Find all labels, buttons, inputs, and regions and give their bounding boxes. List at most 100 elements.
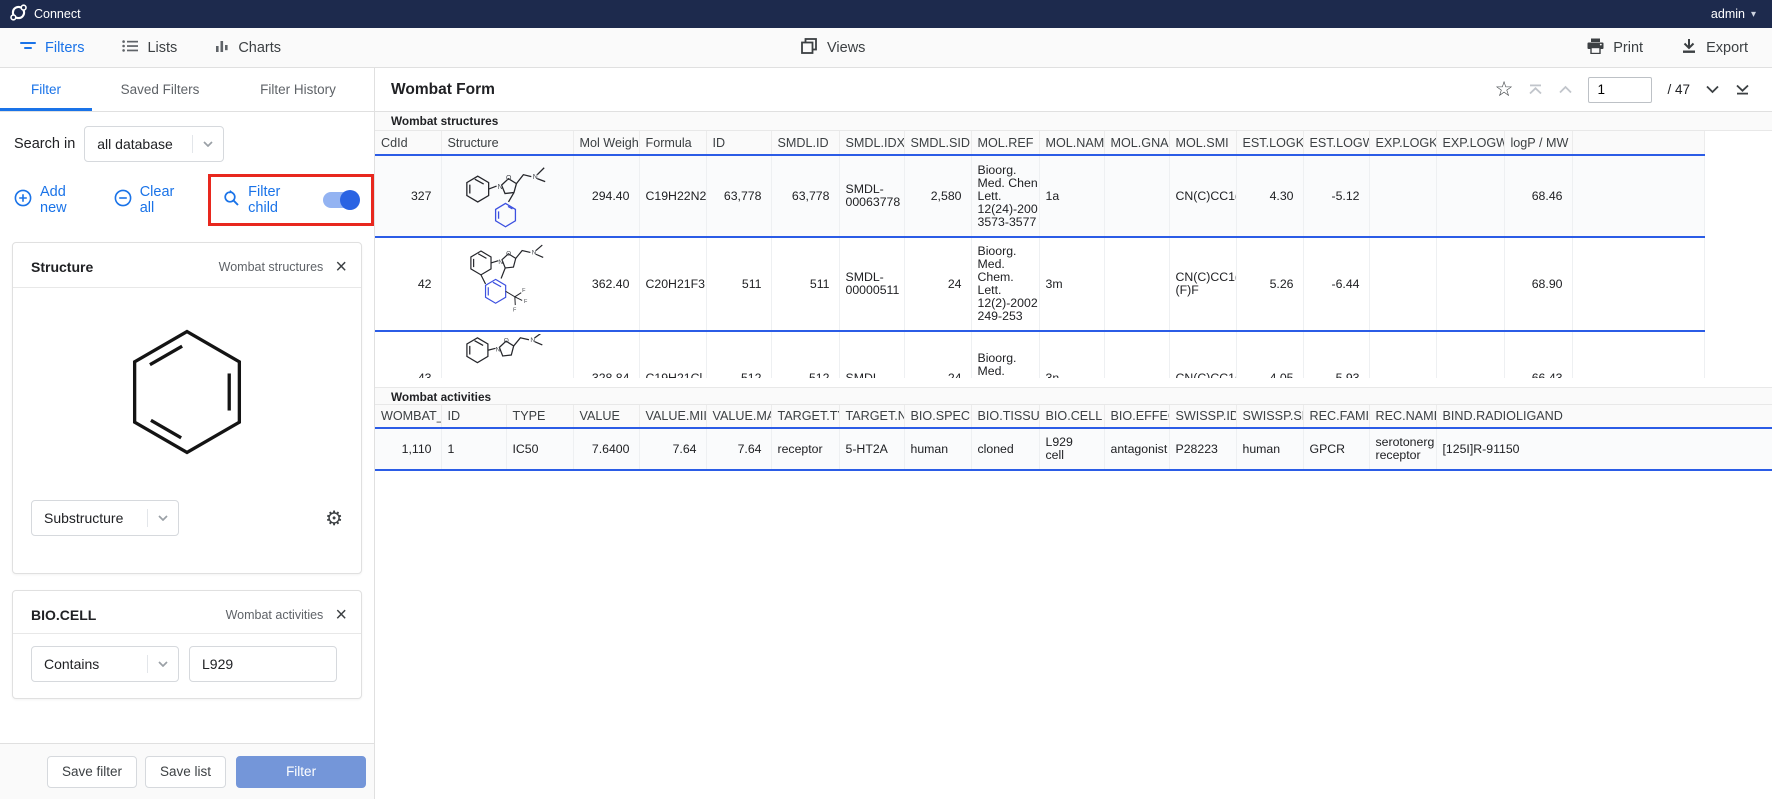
sidebar-footer: Save filter Save list Filter	[0, 743, 374, 799]
table-row[interactable]: 43 ONN 328.84C19H21Cl512512SMDL-24Bioorg…	[375, 331, 1704, 378]
filter-lines-icon	[20, 39, 36, 57]
record-number-input[interactable]	[1588, 77, 1652, 103]
column-header[interactable]: ID	[441, 405, 506, 428]
last-record-icon[interactable]	[1735, 84, 1750, 95]
cell-value: CN(C)CC1(	[1176, 372, 1236, 379]
column-header[interactable]: REC.NAMI	[1369, 405, 1436, 428]
add-new-button[interactable]: Add new	[14, 184, 96, 216]
clear-all-button[interactable]: Clear all	[114, 184, 192, 216]
filter-child-toggle[interactable]	[323, 192, 359, 208]
column-header[interactable]: MOL.SMI	[1169, 131, 1236, 155]
column-header[interactable]: SWISSP.SF	[1236, 405, 1303, 428]
column-header[interactable]: SWISSP.ID	[1169, 405, 1236, 428]
cell-value: P28223	[1176, 443, 1218, 456]
cell-value: SMDL-	[846, 372, 884, 379]
cell-value: SMDL- 00063778	[846, 183, 901, 209]
structure-sketch-canvas[interactable]	[13, 288, 361, 496]
column-header[interactable]: EXP.LOGK(	[1369, 131, 1436, 155]
previous-record-icon[interactable]	[1558, 85, 1573, 94]
column-header[interactable]: REC.FAMIL	[1303, 405, 1369, 428]
lists-button[interactable]: Lists	[122, 39, 177, 57]
column-header[interactable]: MOL.REF	[971, 131, 1039, 155]
cell-value: 328.84	[592, 372, 630, 379]
gear-icon[interactable]: ⚙	[325, 506, 343, 531]
cell-value: 68.90	[1532, 278, 1563, 291]
column-header[interactable]: EXP.LOGW	[1436, 131, 1504, 155]
biocell-value-input[interactable]	[189, 646, 337, 682]
filter-child-control[interactable]: Filter child	[223, 184, 313, 216]
user-menu[interactable]: admin ▾	[1711, 7, 1756, 21]
close-icon[interactable]: ×	[335, 607, 347, 623]
column-header[interactable]	[1572, 131, 1704, 155]
cell-value: 5.26	[1270, 278, 1294, 291]
column-header[interactable]: TARGET.N	[839, 405, 904, 428]
export-button[interactable]: Export	[1681, 38, 1748, 58]
column-header[interactable]: BIO.CELL	[1039, 405, 1104, 428]
biocell-card-title: BIO.CELL	[31, 607, 96, 623]
column-header[interactable]: EST.LOGW	[1303, 131, 1369, 155]
cell-value: 66.43	[1532, 372, 1563, 379]
column-header[interactable]: EST.LOGK(	[1236, 131, 1303, 155]
column-header[interactable]: ID	[706, 131, 771, 155]
cell-value: 362.40	[592, 278, 630, 291]
column-header[interactable]: MOL.NAM	[1039, 131, 1104, 155]
tab-saved-filters[interactable]: Saved Filters	[92, 68, 228, 111]
search-mode-select[interactable]: Substructure	[31, 500, 179, 536]
column-header[interactable]: VALUE.MA	[706, 405, 771, 428]
svg-text:O: O	[506, 251, 511, 258]
column-header[interactable]: SMDL.ID	[771, 131, 839, 155]
column-header[interactable]: logP / MW	[1504, 131, 1572, 155]
cell-value: C20H21F3	[646, 278, 705, 291]
cell-value: antagonist	[1111, 443, 1168, 456]
save-list-button[interactable]: Save list	[145, 756, 226, 788]
column-header[interactable]: BIO.EFFEC	[1104, 405, 1169, 428]
filters-button[interactable]: Filters	[20, 39, 84, 57]
column-header[interactable]: SMDL.SID	[904, 131, 971, 155]
svg-text:N: N	[498, 259, 503, 266]
views-button[interactable]: Views	[800, 37, 865, 59]
favorite-star-icon[interactable]: ☆	[1495, 80, 1514, 100]
print-button[interactable]: Print	[1587, 38, 1643, 58]
column-header[interactable]: TARGET.TY	[771, 405, 839, 428]
column-header[interactable]: Mol Weigh	[573, 131, 639, 155]
close-icon[interactable]: ×	[335, 259, 347, 275]
column-header[interactable]: BIO.SPECI	[904, 405, 971, 428]
activities-table: WOMBAT_IDTYPEVALUEVALUE.MIIVALUE.MATARGE…	[375, 405, 1772, 471]
next-record-icon[interactable]	[1705, 85, 1720, 94]
first-record-icon[interactable]	[1528, 84, 1543, 95]
cell-value: 511	[742, 278, 762, 291]
cell-value: 1	[448, 443, 455, 456]
save-filter-button[interactable]: Save filter	[47, 756, 137, 788]
cell-value: 68.46	[1532, 190, 1563, 203]
tab-filter[interactable]: Filter	[0, 68, 92, 111]
column-header[interactable]: CdId	[375, 131, 441, 155]
cell-value: GPCR	[1310, 443, 1346, 456]
cell-value: 3n	[1046, 372, 1060, 379]
column-header[interactable]: BIO.TISSUI	[971, 405, 1039, 428]
cell-value: 7.64	[738, 443, 762, 456]
table-row[interactable]: 327 ONN 294.40C19H22N263,77863,778SMDL- …	[375, 155, 1704, 237]
cell-value: 294.40	[592, 190, 630, 203]
filter-button[interactable]: Filter	[236, 756, 366, 788]
operator-select[interactable]: Contains	[31, 646, 179, 682]
table-row[interactable]: 1,1101IC507.64007.647.64receptor5-HT2Ahu…	[375, 428, 1772, 470]
structures-section-label: Wombat structures	[375, 112, 1772, 131]
column-header[interactable]: MOL.GNAI	[1104, 131, 1169, 155]
column-header[interactable]: VALUE.MII	[639, 405, 706, 428]
column-header[interactable]: Structure	[441, 131, 573, 155]
cell-value: 4.05	[1270, 372, 1294, 379]
charts-button[interactable]: Charts	[215, 39, 281, 57]
cell-value: serotonerg receptor	[1376, 436, 1435, 462]
column-header[interactable]: WOMBAT_	[375, 405, 441, 428]
column-header[interactable]: SMDL.IDX	[839, 131, 904, 155]
column-header[interactable]: VALUE	[573, 405, 639, 428]
database-select[interactable]: all database	[84, 126, 224, 162]
tab-filter-history[interactable]: Filter History	[228, 68, 368, 111]
filter-actions-row: Add new Clear all	[14, 174, 374, 226]
column-header[interactable]: BIND.RADIOLIGAND	[1436, 405, 1772, 428]
cell-value: 43	[418, 372, 432, 379]
column-header[interactable]: Formula	[639, 131, 706, 155]
svg-text:N: N	[531, 250, 536, 257]
column-header[interactable]: TYPE	[506, 405, 573, 428]
table-row[interactable]: 42 ONN FFF 362.40C20H21F3511511SMDL- 000…	[375, 237, 1704, 331]
